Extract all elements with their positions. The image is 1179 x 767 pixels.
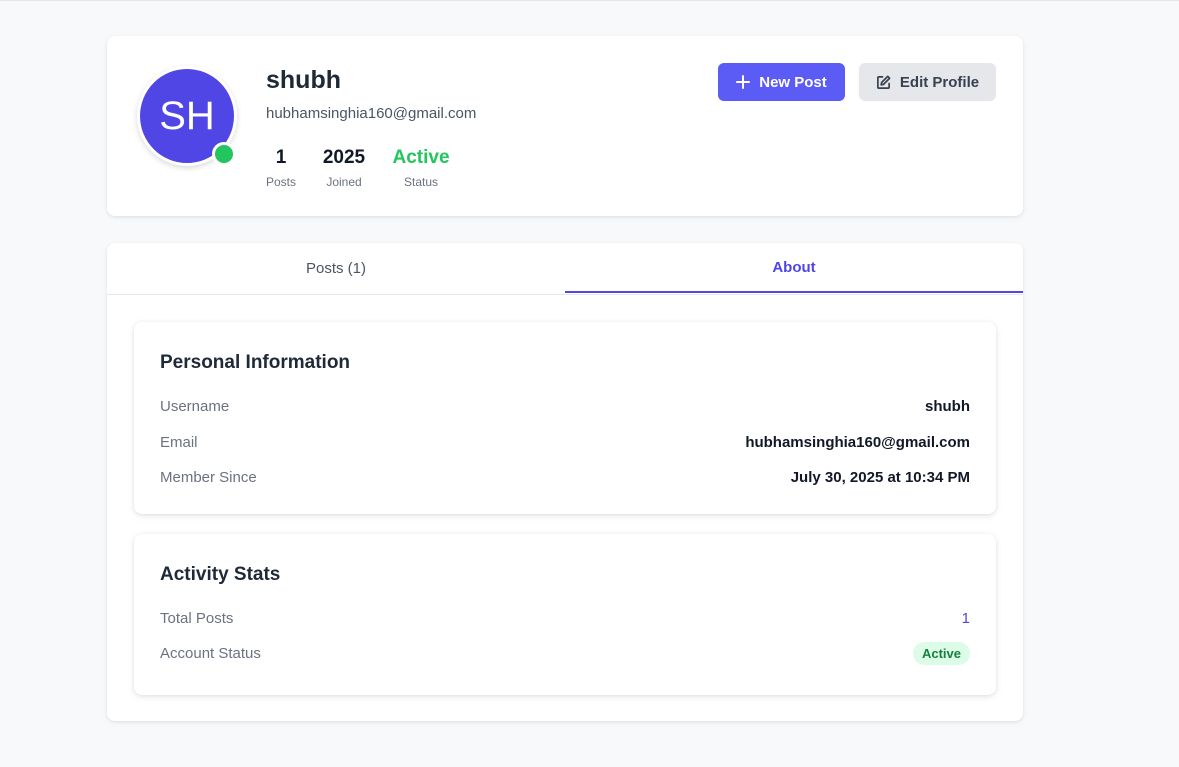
stat-row-total-posts: Total Posts 1 — [160, 607, 970, 629]
stat-joined: 2025 Joined — [321, 147, 367, 189]
stat-row-account-status: Account Status Active — [160, 641, 970, 665]
stat-status: Active Status — [390, 147, 452, 189]
info-row-email: Email hubhamsinghia160@gmail.com — [160, 431, 970, 453]
info-row-member-since: Member Since July 30, 2025 at 10:34 PM — [160, 466, 970, 488]
top-divider — [0, 0, 1179, 1]
email-label: Email — [160, 433, 198, 451]
online-status-indicator — [212, 142, 236, 166]
edit-profile-button[interactable]: Edit Profile — [859, 63, 996, 101]
profile-name: shubh — [266, 66, 341, 94]
profile-content-card: Posts (1) About Personal Information Use… — [107, 243, 1023, 721]
account-status-label: Account Status — [160, 644, 261, 662]
stat-status-label: Status — [403, 175, 439, 189]
personal-information-title: Personal Information — [160, 352, 351, 373]
stat-posts: 1 Posts — [266, 147, 296, 189]
new-post-button[interactable]: New Post — [718, 63, 845, 101]
member-since-value: July 30, 2025 at 10:34 PM — [790, 468, 970, 486]
activity-stats-title: Activity Stats — [160, 564, 281, 585]
plus-icon — [736, 75, 751, 89]
personal-information-section: Personal Information Username shubh Emai… — [134, 322, 996, 514]
username-value: shubh — [925, 397, 970, 415]
edit-profile-label: Edit Profile — [899, 73, 980, 91]
new-post-label: New Post — [759, 73, 827, 91]
stat-joined-label: Joined — [326, 175, 362, 189]
email-value: hubhamsinghia160@gmail.com — [745, 433, 970, 451]
stat-posts-value: 1 — [275, 147, 287, 168]
edit-icon — [876, 75, 891, 90]
total-posts-value: 1 — [961, 609, 970, 627]
info-row-username: Username shubh — [160, 395, 970, 417]
tab-about[interactable]: About — [565, 243, 1023, 293]
profile-email: hubhamsinghia160@gmail.com — [266, 105, 477, 122]
status-badge: Active — [912, 641, 970, 665]
username-label: Username — [160, 397, 230, 415]
profile-tabs: Posts (1) About — [107, 243, 1023, 295]
total-posts-label: Total Posts — [160, 609, 234, 627]
stat-joined-value: 2025 — [322, 147, 366, 168]
activity-stats-section: Activity Stats Total Posts 1 Account Sta… — [134, 534, 996, 695]
tab-posts[interactable]: Posts (1) — [107, 243, 565, 294]
member-since-label: Member Since — [160, 468, 257, 486]
stat-posts-label: Posts — [266, 175, 297, 189]
stat-status-value: Active — [392, 147, 450, 168]
